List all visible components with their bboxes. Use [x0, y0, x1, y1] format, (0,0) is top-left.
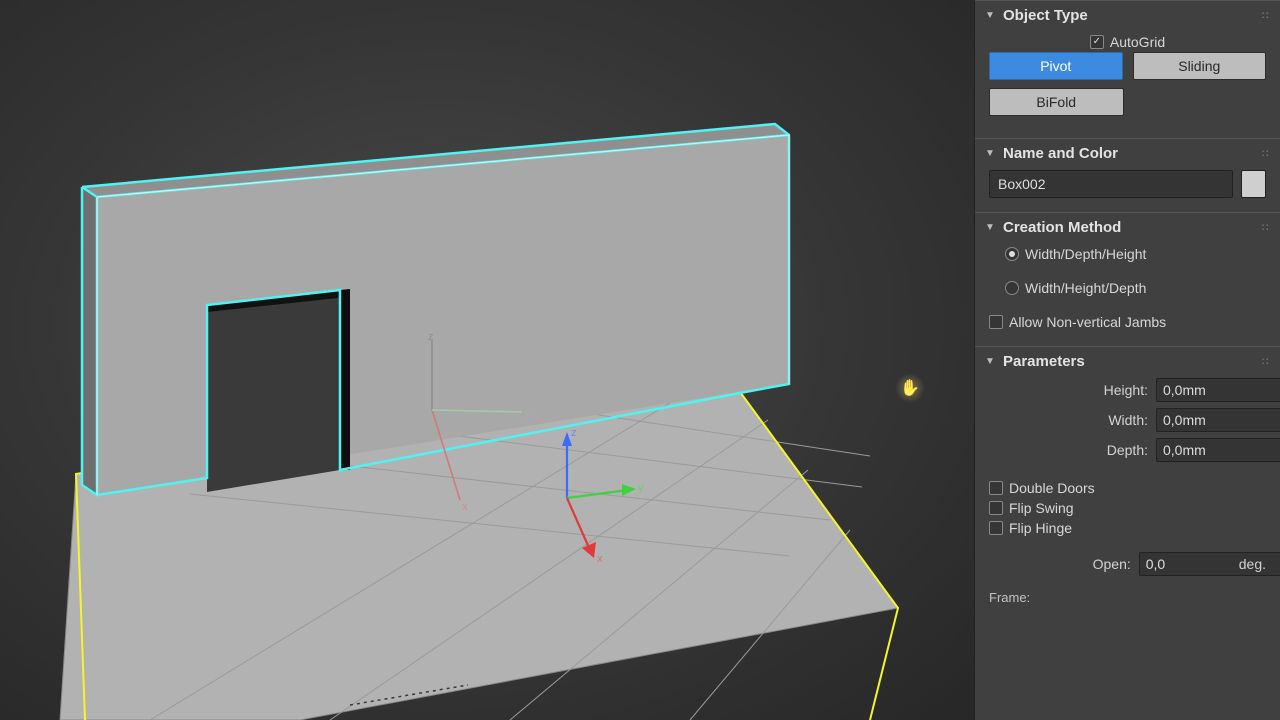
- rollout-creation-method: ▼ Creation Method :: Width/Depth/Height …: [975, 212, 1280, 346]
- radio-label: Width/Depth/Height: [1025, 246, 1146, 262]
- rollout-object-type: ▼ Object Type :: AutoGrid Pivot Sliding …: [975, 0, 1280, 138]
- frame-label: Frame:: [975, 588, 1280, 607]
- color-swatch[interactable]: [1241, 170, 1266, 198]
- autogrid-label: AutoGrid: [1110, 34, 1165, 50]
- radio-icon[interactable]: [1005, 247, 1019, 261]
- svg-text:x: x: [462, 501, 468, 513]
- checkbox[interactable]: [989, 481, 1003, 495]
- object-name-input[interactable]: [989, 170, 1233, 198]
- param-open-unit: deg.: [1239, 556, 1266, 572]
- param-open-spinner[interactable]: ▲▼: [1139, 552, 1225, 576]
- axis-y-big: y: [638, 482, 644, 494]
- radio-label: Width/Height/Depth: [1025, 280, 1146, 296]
- param-open-label: Open:: [989, 556, 1131, 572]
- rollout-name-color: ▼ Name and Color ::: [975, 138, 1280, 212]
- checkbox-label: Flip Swing: [1009, 500, 1074, 516]
- autogrid-row[interactable]: AutoGrid: [989, 32, 1266, 52]
- rollout-title: Parameters: [1003, 353, 1085, 370]
- radio-wdh[interactable]: Width/Depth/Height: [989, 244, 1266, 264]
- axis-z-big: z: [571, 427, 577, 439]
- chevron-down-icon: ▼: [985, 222, 997, 233]
- rollout-parameters: ▼ Parameters :: Height: ▲▼ Width: ▲▼: [975, 346, 1280, 615]
- rollout-header-creation-method[interactable]: ▼ Creation Method ::: [975, 213, 1280, 240]
- rollout-title: Object Type: [1003, 7, 1088, 24]
- param-width-spinner[interactable]: ▲▼: [1156, 408, 1266, 432]
- param-depth-spinner[interactable]: ▲▼: [1156, 438, 1266, 462]
- chevron-down-icon: ▼: [985, 148, 997, 159]
- pivot-button[interactable]: Pivot: [989, 52, 1123, 80]
- sliding-button[interactable]: Sliding: [1133, 52, 1267, 80]
- chevron-down-icon: ▼: [985, 10, 997, 21]
- drag-handle-icon: ::: [1261, 356, 1270, 367]
- radio-whd[interactable]: Width/Height/Depth: [989, 278, 1266, 298]
- drag-handle-icon: ::: [1261, 10, 1270, 21]
- checkbox[interactable]: [989, 501, 1003, 515]
- drag-handle-icon: ::: [1261, 148, 1270, 159]
- double-doors-row[interactable]: Double Doors: [989, 478, 1266, 498]
- flip-hinge-row[interactable]: Flip Hinge: [989, 518, 1266, 538]
- param-height-input[interactable]: [1156, 378, 1280, 402]
- checkbox-label: Flip Hinge: [1009, 520, 1072, 536]
- axis-x-big: x: [597, 553, 603, 565]
- drag-handle-icon: ::: [1261, 222, 1270, 233]
- flip-swing-row[interactable]: Flip Swing: [989, 498, 1266, 518]
- svg-text:y: y: [524, 407, 530, 419]
- param-width-input[interactable]: [1156, 408, 1280, 432]
- checkbox-label: Double Doors: [1009, 480, 1095, 496]
- allow-nonvertical-row[interactable]: Allow Non-vertical Jambs: [989, 312, 1266, 332]
- viewport[interactable]: z y x z x y: [0, 0, 974, 720]
- chevron-down-icon: ▼: [985, 356, 997, 367]
- bifold-button[interactable]: BiFold: [989, 88, 1124, 116]
- command-panel: ▼ Object Type :: AutoGrid Pivot Sliding …: [974, 0, 1280, 720]
- svg-text:z: z: [428, 331, 434, 343]
- param-width-label: Width:: [989, 412, 1148, 428]
- param-height-spinner[interactable]: ▲▼: [1156, 378, 1266, 402]
- rollout-title: Creation Method: [1003, 219, 1121, 236]
- checkbox[interactable]: [989, 521, 1003, 535]
- checkbox-label: Allow Non-vertical Jambs: [1009, 314, 1166, 330]
- radio-icon[interactable]: [1005, 281, 1019, 295]
- param-depth-input[interactable]: [1156, 438, 1280, 462]
- autogrid-checkbox[interactable]: [1090, 35, 1104, 49]
- rollout-header-object-type[interactable]: ▼ Object Type ::: [975, 1, 1280, 28]
- checkbox[interactable]: [989, 315, 1003, 329]
- viewport-scene: z y x z x y: [0, 0, 974, 720]
- param-height-label: Height:: [989, 382, 1148, 398]
- rollout-header-name-color[interactable]: ▼ Name and Color ::: [975, 139, 1280, 166]
- rollout-header-parameters[interactable]: ▼ Parameters ::: [975, 347, 1280, 374]
- param-depth-label: Depth:: [989, 442, 1148, 458]
- rollout-title: Name and Color: [1003, 145, 1118, 162]
